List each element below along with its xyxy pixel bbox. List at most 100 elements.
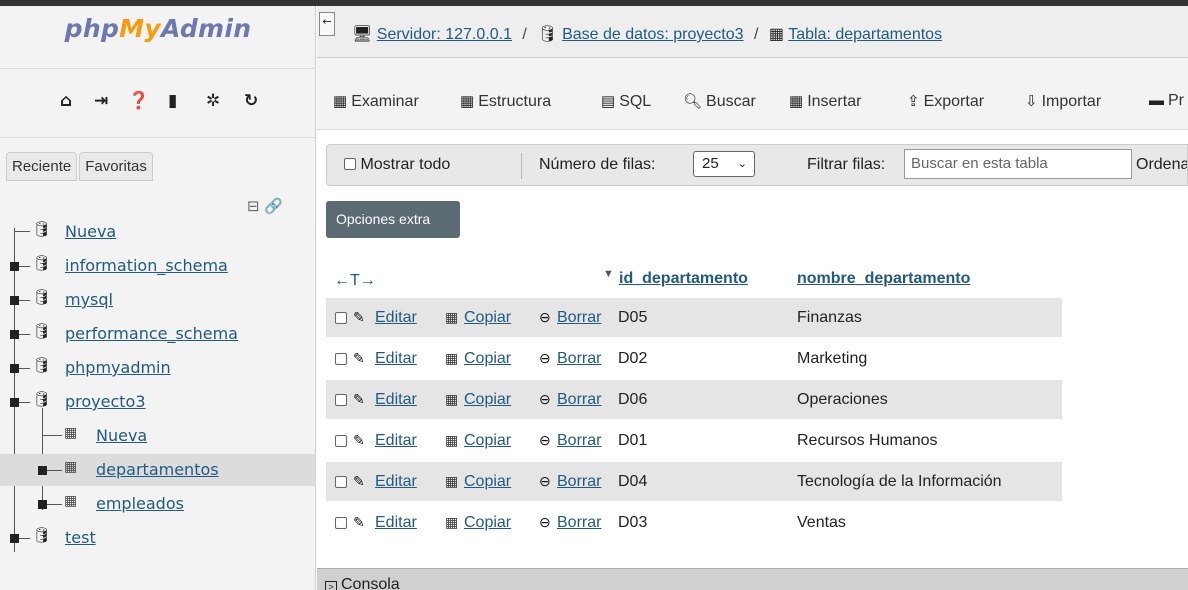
edit-link[interactable]: Editar xyxy=(375,350,417,368)
breadcrumb-table[interactable]: Tabla: departamentos xyxy=(788,26,942,43)
pencil-icon[interactable]: ✎ xyxy=(353,350,365,367)
row-checkbox[interactable] xyxy=(335,435,347,447)
column-header-name[interactable]: nombre_departamento xyxy=(797,270,970,288)
row-checkbox[interactable] xyxy=(335,353,347,365)
tab-import[interactable]: ⇩ Importar xyxy=(1025,92,1101,111)
tab-search[interactable]: 🔍︎ Buscar xyxy=(683,92,756,111)
copy-link[interactable]: Copiar xyxy=(464,391,511,409)
edit-link[interactable]: Editar xyxy=(375,391,417,409)
row-checkbox[interactable] xyxy=(335,394,347,406)
expand-icon[interactable] xyxy=(38,500,47,509)
delete-icon[interactable]: ⊖ xyxy=(539,391,551,408)
delete-link[interactable]: Borrar xyxy=(557,309,601,327)
expand-icon[interactable] xyxy=(10,364,19,373)
copy-icon[interactable]: ▦ xyxy=(445,473,458,490)
settings-icon[interactable]: ✲ xyxy=(206,91,220,111)
copy-icon[interactable]: ▦ xyxy=(445,514,458,531)
table-row[interactable]: ✎ Editar ▦ Copiar ⊖ Borrar D01 Recursos Humanos xyxy=(326,421,1062,461)
tab-recent[interactable]: Reciente xyxy=(6,152,78,181)
reload-icon[interactable]: ↻ xyxy=(244,91,258,111)
phpmyadmin-logo[interactable]: phpMyAdmin xyxy=(0,14,316,43)
home-icon[interactable]: ⌂ xyxy=(60,91,72,111)
tree-label[interactable]: information_schema xyxy=(65,256,228,275)
tree-label[interactable]: phpmyadmin xyxy=(65,358,171,377)
logout-icon[interactable]: ⇥ xyxy=(94,91,108,111)
copy-link[interactable]: Copiar xyxy=(464,432,511,450)
table-row[interactable]: ✎ Editar ▦ Copiar ⊖ Borrar D05 Finanzas xyxy=(326,298,1062,338)
filter-rows-input[interactable]: Buscar en esta tabla xyxy=(904,149,1132,179)
tab-insert[interactable]: ▦ Insertar xyxy=(789,92,861,111)
tree-label[interactable]: Nueva xyxy=(65,222,116,241)
show-all-control[interactable]: Mostrar todo xyxy=(344,156,450,174)
tab-privileges[interactable]: ▬ Pr xyxy=(1149,92,1184,110)
link-with-main-icon[interactable]: 🔗 xyxy=(264,197,283,215)
delete-icon[interactable]: ⊖ xyxy=(539,309,551,326)
collapse-icon[interactable] xyxy=(10,398,19,407)
copy-link[interactable]: Copiar xyxy=(464,309,511,327)
table-row[interactable]: ✎ Editar ▦ Copiar ⊖ Borrar D03 Ventas xyxy=(326,503,1062,543)
copy-icon[interactable]: ▦ xyxy=(445,432,458,449)
delete-link[interactable]: Borrar xyxy=(557,350,601,368)
tree-item-phpmyadmin[interactable]: 🛢 phpmyadmin xyxy=(0,352,316,384)
collapse-all-icon[interactable]: ⊟ xyxy=(247,197,260,215)
delete-link[interactable]: Borrar xyxy=(557,432,601,450)
expand-icon[interactable] xyxy=(10,330,19,339)
tab-sql[interactable]: ▤ SQL xyxy=(601,92,651,111)
rows-count-select[interactable]: 25 ⌄ xyxy=(693,151,755,177)
breadcrumb-server[interactable]: Servidor: 127.0.0.1 xyxy=(377,26,512,43)
copy-icon[interactable]: ▦ xyxy=(445,391,458,408)
copy-link[interactable]: Copiar xyxy=(464,514,511,532)
table-row[interactable]: ✎ Editar ▦ Copiar ⊖ Borrar D06 Operaciones xyxy=(326,380,1062,420)
tree-label[interactable]: mysql xyxy=(65,290,113,309)
delete-icon[interactable]: ⊖ xyxy=(539,473,551,490)
edit-link[interactable]: Editar xyxy=(375,514,417,532)
tree-item-new[interactable]: 🛢 Nueva xyxy=(0,216,316,248)
tree-item-proyecto3[interactable]: 🛢 proyecto3 xyxy=(0,386,316,418)
delete-link[interactable]: Borrar xyxy=(557,391,601,409)
delete-icon[interactable]: ⊖ xyxy=(539,514,551,531)
row-checkbox[interactable] xyxy=(335,517,347,529)
extra-options-button[interactable]: Opciones extra xyxy=(326,201,460,238)
delete-link[interactable]: Borrar xyxy=(557,514,601,532)
copy-link[interactable]: Copiar xyxy=(464,350,511,368)
tree-item-proyecto3-new[interactable]: ▦ Nueva xyxy=(0,420,316,452)
copy-icon[interactable]: ▦ xyxy=(445,309,458,326)
tab-export[interactable]: ⇪ Exportar xyxy=(907,92,984,111)
table-row[interactable]: ✎ Editar ▦ Copiar ⊖ Borrar D02 Marketing xyxy=(326,339,1062,379)
delete-icon[interactable]: ⊖ xyxy=(539,432,551,449)
expand-icon[interactable] xyxy=(38,466,47,475)
tree-label[interactable]: departamentos xyxy=(96,460,219,479)
delete-link[interactable]: Borrar xyxy=(557,473,601,491)
tree-item-empleados[interactable]: ▦ empleados xyxy=(0,488,316,520)
console-bar[interactable]: > Consola xyxy=(317,568,1188,590)
delete-icon[interactable]: ⊖ xyxy=(539,350,551,367)
tree-item-information-schema[interactable]: 🛢 information_schema xyxy=(0,250,316,282)
tree-item-test[interactable]: 🛢 test xyxy=(0,522,316,554)
copy-icon[interactable]: ▦ xyxy=(445,350,458,367)
edit-link[interactable]: Editar xyxy=(375,473,417,491)
expand-icon[interactable] xyxy=(10,296,19,305)
row-checkbox[interactable] xyxy=(335,312,347,324)
column-arrows[interactable]: ←T→ xyxy=(334,272,376,290)
tab-browse[interactable]: ▦ Examinar xyxy=(333,92,419,111)
sort-triangle-icon[interactable]: ▼ xyxy=(603,268,614,280)
copy-link[interactable]: Copiar xyxy=(464,473,511,491)
edit-link[interactable]: Editar xyxy=(375,309,417,327)
pencil-icon[interactable]: ✎ xyxy=(353,309,365,326)
column-header-id[interactable]: id_departamento xyxy=(619,270,748,288)
show-all-checkbox[interactable] xyxy=(344,158,356,170)
tab-favorites[interactable]: Favoritas xyxy=(79,152,153,181)
pencil-icon[interactable]: ✎ xyxy=(353,514,365,531)
pencil-icon[interactable]: ✎ xyxy=(353,432,365,449)
table-row[interactable]: ✎ Editar ▦ Copiar ⊖ Borrar D04 Tecnología de la… xyxy=(326,462,1062,502)
tree-label[interactable]: proyecto3 xyxy=(65,392,146,411)
docs-icon[interactable]: ▮ xyxy=(168,91,177,111)
tree-item-departamentos[interactable]: ▦ departamentos xyxy=(0,454,316,486)
tree-label[interactable]: test xyxy=(65,528,96,547)
expand-icon[interactable] xyxy=(10,262,19,271)
edit-link[interactable]: Editar xyxy=(375,432,417,450)
tab-structure[interactable]: ▦ Estructura xyxy=(460,92,551,111)
toggle-navigation-icon[interactable]: ← xyxy=(319,12,335,36)
expand-icon[interactable] xyxy=(10,534,19,543)
pencil-icon[interactable]: ✎ xyxy=(353,391,365,408)
